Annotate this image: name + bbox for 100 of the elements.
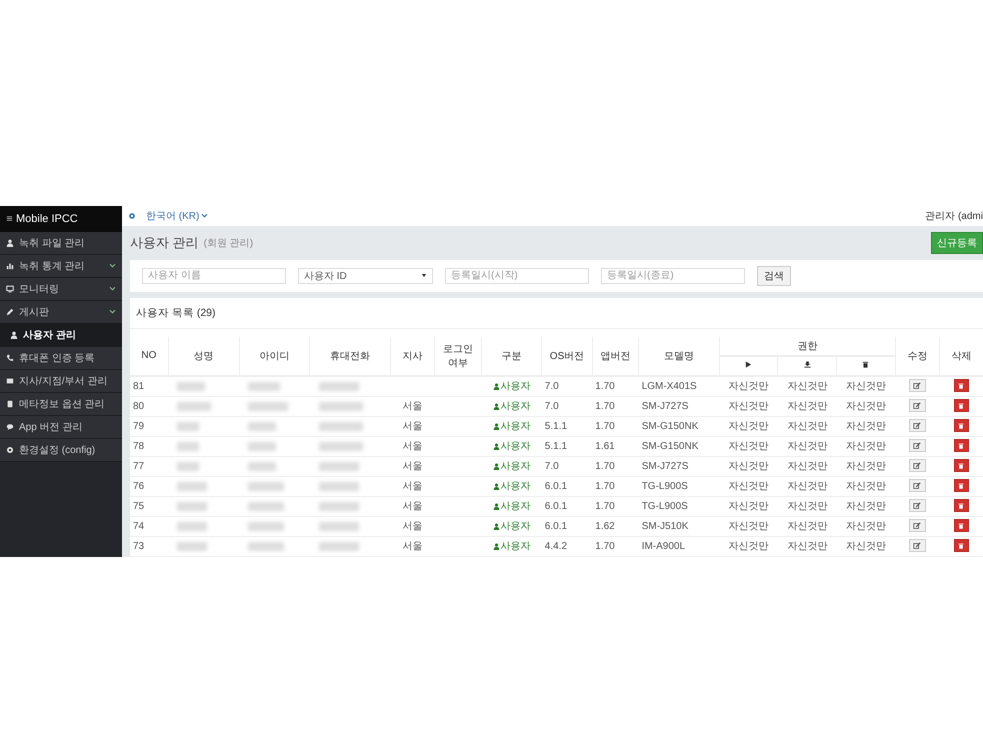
edit-button[interactable] <box>908 459 926 472</box>
search-button[interactable]: 검색 <box>757 266 791 286</box>
user-type-label: 사용자 <box>500 420 531 433</box>
blurred-text-placeholder <box>248 402 288 410</box>
table-cell: 자신것만 <box>787 421 828 432</box>
list-title: 사용자 목록 (29) <box>130 298 983 328</box>
delete-button[interactable] <box>954 499 969 512</box>
table-cell: LGM-X401S <box>642 380 697 392</box>
column-header: 아이디 <box>259 350 290 362</box>
blurred-text-placeholder <box>318 442 363 450</box>
edit-button[interactable] <box>908 539 926 552</box>
delete-button[interactable] <box>954 439 969 452</box>
table-cell: 7.0 <box>544 460 559 472</box>
sidebar-item[interactable]: 모니터링 <box>0 278 122 300</box>
edit-button[interactable] <box>908 439 926 452</box>
table-cell: 자신것만 <box>846 461 886 472</box>
sidebar-item[interactable]: App 버전 관리 <box>0 416 122 438</box>
table-cell: 자신것만 <box>846 541 886 552</box>
language-dropdown[interactable]: 한국어 (KR) <box>146 208 200 222</box>
blurred-text-placeholder <box>177 482 208 490</box>
table-cell: 자신것만 <box>787 541 828 552</box>
trash-icon <box>957 442 966 450</box>
delete-button[interactable] <box>954 459 969 472</box>
sidebar-item[interactable]: 게시판 <box>0 300 122 324</box>
delete-button[interactable] <box>954 539 969 552</box>
sidebar-item[interactable]: 사용자 관리 <box>0 324 122 346</box>
blurred-text-placeholder <box>318 422 363 430</box>
table-cell: 서울 <box>402 461 423 472</box>
delete-button[interactable] <box>954 479 969 492</box>
table-cell: 자신것만 <box>846 501 886 512</box>
table-cell: 자신것만 <box>728 481 769 492</box>
table-cell: TG-L900S <box>642 480 688 492</box>
table-cell: 자신것만 <box>728 501 769 512</box>
edit-button[interactable] <box>908 519 926 532</box>
table-cell: 자신것만 <box>728 441 769 452</box>
sidebar-item[interactable]: 메타정보 옵션 관리 <box>0 392 122 416</box>
edit-button[interactable] <box>908 479 926 492</box>
table-cell: 서울 <box>402 401 423 412</box>
monitor-icon <box>6 284 14 292</box>
table-cell: 자신것만 <box>728 541 769 552</box>
table-cell: 7.0 <box>544 380 559 392</box>
column-header: 지사 <box>402 350 423 362</box>
settings-icon[interactable] <box>128 212 136 220</box>
edit-icon <box>913 482 922 490</box>
column-header: 로그인 여부 <box>443 344 474 368</box>
sidebar-item[interactable]: 환경설정 (config) <box>0 438 122 462</box>
delete-button[interactable] <box>954 399 969 412</box>
table-cell: 자신것만 <box>787 441 828 452</box>
end-date-field[interactable]: 등록일시(종료) <box>601 268 745 284</box>
table-cell: TG-L900S <box>642 500 688 512</box>
sidebar-item[interactable]: 녹취 통계 관리 <box>0 254 122 278</box>
table-cell: 자신것만 <box>787 381 828 392</box>
blurred-text-placeholder <box>248 442 276 450</box>
table-cell: 자신것만 <box>787 481 828 492</box>
table-cell: 5.1.1 <box>544 440 568 452</box>
table-cell: 자신것만 <box>787 461 828 472</box>
blurred-text-placeholder <box>318 522 359 530</box>
user-menu[interactable]: 관리자 (admi <box>925 208 983 222</box>
blurred-text-placeholder <box>248 502 284 510</box>
table-cell: 1.70 <box>595 400 615 412</box>
edit-button[interactable] <box>908 399 926 412</box>
column-header: 구분 <box>502 350 522 362</box>
user-icon <box>492 402 500 410</box>
table-cell: 1.70 <box>595 540 615 552</box>
edit-button[interactable] <box>908 419 926 432</box>
sidebar-item[interactable]: 녹취 파일 관리 <box>0 232 122 254</box>
table-cell: 76 <box>133 480 144 492</box>
delete-button[interactable] <box>954 419 969 432</box>
table-cell: 1.70 <box>595 460 615 472</box>
user-type-label: 사용자 <box>500 380 531 393</box>
column-header: 앱버전 <box>600 350 630 362</box>
edit-button[interactable] <box>908 499 926 512</box>
column-header: 권한 <box>797 340 818 352</box>
user-name-field[interactable]: 사용자 이름 <box>142 268 286 284</box>
table-cell: 서울 <box>402 421 423 432</box>
trash-icon <box>957 522 966 530</box>
sidebar-item[interactable]: 지사/지점/부서 관리 <box>0 370 122 392</box>
delete-button[interactable] <box>954 519 969 532</box>
start-date-field[interactable]: 등록일시(시작) <box>445 268 589 284</box>
user-icon <box>10 330 18 338</box>
blurred-text-placeholder <box>248 482 284 490</box>
trash-icon <box>957 422 966 430</box>
table-cell: SM-J727S <box>642 460 688 472</box>
column-header: 수정 <box>907 350 928 362</box>
download-icon <box>804 361 811 368</box>
blurred-text-placeholder <box>177 542 208 550</box>
trash-icon <box>957 502 966 510</box>
edit-button[interactable] <box>908 379 926 392</box>
user-icon <box>492 442 500 450</box>
column-header: NO <box>141 350 156 361</box>
table-cell: 서울 <box>402 501 423 512</box>
page-subtitle: (회원 관리) <box>204 236 254 250</box>
sidebar-item[interactable]: 휴대폰 인증 등록 <box>0 346 122 370</box>
blurred-text-placeholder <box>248 462 276 470</box>
gear-icon <box>6 446 14 454</box>
table-cell: 자신것만 <box>728 521 769 532</box>
delete-button[interactable] <box>954 379 969 392</box>
table-cell: SM-G150NK <box>642 440 698 452</box>
column-header: 모델명 <box>664 350 694 362</box>
caret-down-icon <box>201 213 208 218</box>
